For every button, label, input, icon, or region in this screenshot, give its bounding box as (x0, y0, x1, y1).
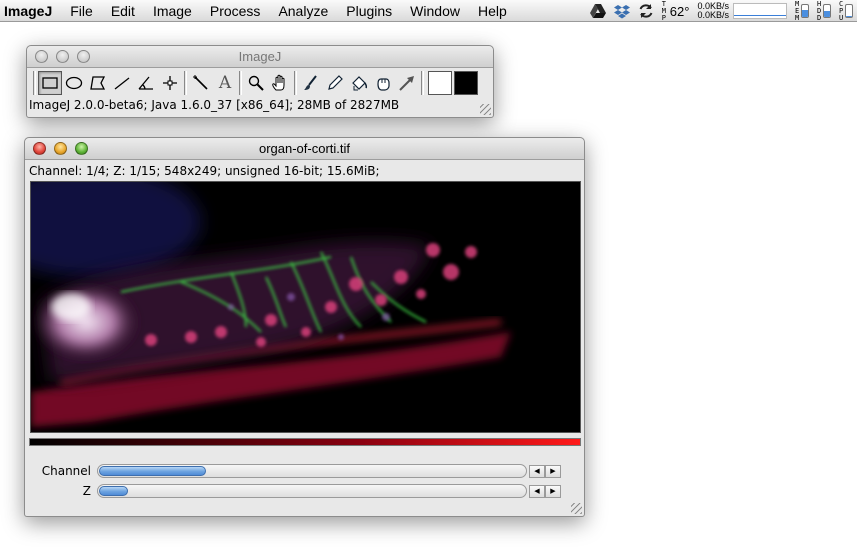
text-tool[interactable]: A (213, 71, 237, 95)
oval-icon (65, 76, 83, 90)
menu-app-imagej[interactable]: ImageJ (0, 0, 61, 22)
oval-tool[interactable] (62, 71, 86, 95)
menu-window[interactable]: Window (401, 0, 469, 22)
z-slider[interactable] (97, 484, 527, 498)
line-icon (114, 77, 130, 90)
flood-icon (352, 76, 368, 91)
resize-grip[interactable] (480, 104, 491, 115)
z-next-button[interactable]: ▶ (545, 484, 561, 498)
image-title: organ-of-corti.tif (258, 141, 351, 156)
channel-slider-label: Channel (41, 464, 91, 478)
temperature-value: 62° (669, 3, 690, 19)
brush-icon (304, 75, 317, 90)
channel-lut-bar (29, 438, 581, 446)
cpu-monitor: CPU (839, 0, 853, 22)
channel-slider[interactable] (97, 464, 527, 478)
grab-icon (377, 78, 390, 91)
z-slider-thumb[interactable] (99, 486, 128, 496)
temperature-readout: TMP 62° (661, 0, 690, 22)
pencil-icon (328, 75, 343, 90)
image-canvas[interactable] (30, 181, 581, 433)
network-monitor: 0.0KB/s 0.0KB/s (697, 2, 787, 20)
z-prev-button[interactable]: ◀ (529, 484, 545, 498)
memory-monitor: MEM (795, 0, 809, 22)
arrow-icon (399, 76, 414, 91)
network-graph (733, 3, 787, 19)
status-bar: ImageJ 2.0.0-beta6; Java 1.6.0_37 [x86_6… (29, 98, 400, 112)
cpu-meter (845, 4, 853, 18)
angle-icon (138, 76, 153, 90)
crosshair-icon (163, 76, 177, 90)
image-titlebar[interactable]: organ-of-corti.tif (25, 138, 584, 160)
flood-tool[interactable] (347, 71, 371, 95)
foreground-color-swatch[interactable] (428, 71, 452, 95)
menu-image[interactable]: Image (144, 0, 201, 22)
temp-label: TMP (661, 0, 667, 22)
rectangle-tool[interactable] (38, 71, 62, 95)
channel-prev-button[interactable]: ◀ (529, 464, 545, 478)
pencil-tool[interactable] (323, 71, 347, 95)
menu-file[interactable]: File (61, 0, 102, 22)
hand-icon (272, 74, 285, 91)
angle-tool[interactable] (134, 71, 158, 95)
z-slider-label: Z (82, 484, 91, 498)
wand-tool[interactable] (189, 71, 213, 95)
menu-edit[interactable]: Edit (102, 0, 144, 22)
toolbar-titlebar[interactable]: ImageJ (27, 46, 493, 68)
channel-slider-row: Channel ◀ ▶ (29, 463, 561, 479)
net-down-value: 0.0KB/s (697, 10, 729, 20)
image-window: organ-of-corti.tif Channel: 1/4; Z: 1/15… (24, 137, 585, 517)
hand-tool[interactable] (268, 71, 292, 95)
z-slider-row: Z ◀ ▶ (29, 483, 561, 499)
menu-plugins[interactable]: Plugins (337, 0, 401, 22)
text-icon: A (218, 73, 232, 93)
magnifier-icon (248, 75, 264, 91)
channel-next-button[interactable]: ▶ (545, 464, 561, 478)
image-info: Channel: 1/4; Z: 1/15; 548x249; unsigned… (29, 164, 380, 178)
line-tool[interactable] (110, 71, 134, 95)
brush-tool[interactable] (299, 71, 323, 95)
channel-slider-thumb[interactable] (99, 466, 206, 476)
polygon-tool[interactable] (86, 71, 110, 95)
background-color-swatch[interactable] (454, 71, 478, 95)
sync-icon[interactable] (638, 3, 654, 19)
arrow-tool[interactable] (395, 71, 419, 95)
microscopy-image (31, 182, 580, 432)
polygon-icon (90, 76, 106, 90)
resize-grip[interactable] (571, 503, 582, 514)
grab-tool[interactable] (371, 71, 395, 95)
disk-monitor: HDD (817, 0, 831, 22)
menu-help[interactable]: Help (469, 0, 516, 22)
window-title: ImageJ (238, 49, 282, 64)
rectangle-icon (42, 77, 58, 89)
dropbox-icon[interactable] (613, 4, 630, 19)
menu-bar: ImageJ File Edit Image Process Analyze P… (0, 0, 857, 22)
mem-meter (801, 4, 809, 18)
imagej-toolbar-window: ImageJ A ImageJ 2.0.0-beta6; Java 1.6.0_… (26, 45, 494, 118)
google-drive-icon[interactable] (589, 4, 606, 18)
magnifier-tool[interactable] (244, 71, 268, 95)
point-tool[interactable] (158, 71, 182, 95)
menu-extras: TMP 62° 0.0KB/s 0.0KB/s MEM HDD CPU (582, 0, 857, 22)
menu-process[interactable]: Process (201, 0, 270, 22)
hdd-meter (823, 4, 831, 18)
menu-analyze[interactable]: Analyze (269, 0, 337, 22)
tool-bar: A (31, 70, 478, 96)
wand-icon (193, 75, 208, 90)
